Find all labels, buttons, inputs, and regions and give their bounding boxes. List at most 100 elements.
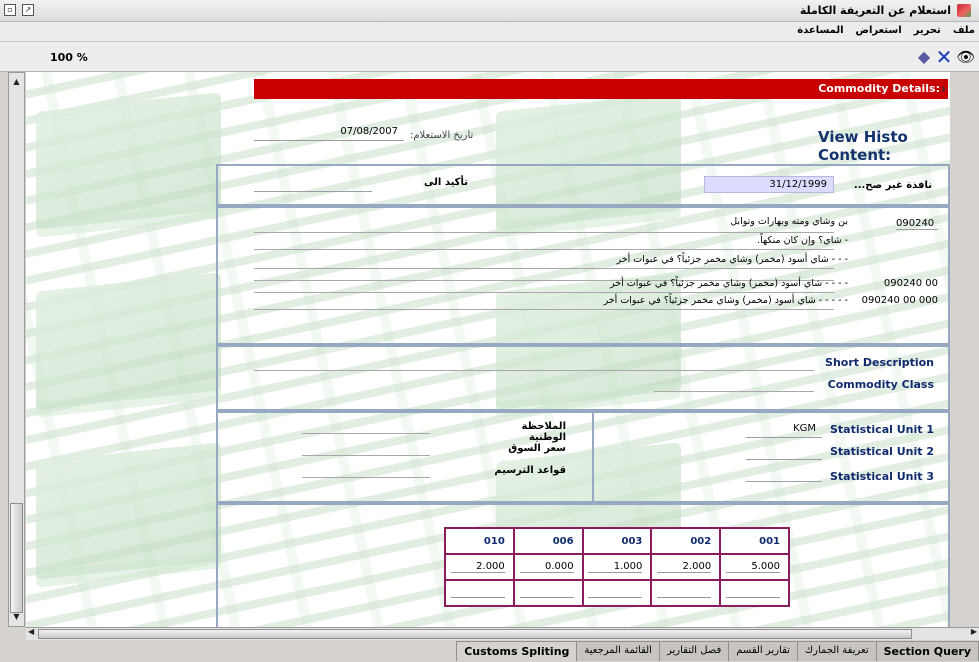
statistical-unit-2-label: Statistical Unit 2 — [829, 445, 934, 458]
horizontal-scroll-thumb[interactable] — [38, 629, 912, 639]
content-area: Commodity Details: › View Histo Content:… — [26, 72, 950, 627]
divider-line — [254, 292, 834, 293]
tariff-line: بن وشاي ومته وبهارات وتوابل — [730, 216, 848, 227]
divider-line — [254, 249, 834, 250]
duty-empty-cell[interactable] — [444, 579, 515, 607]
duty-header-cell: 010 — [444, 527, 515, 555]
scroll-up-icon[interactable]: ▲ — [10, 75, 23, 89]
confirm-to-label: تأكيد الى — [424, 177, 468, 188]
duty-empty-cell[interactable] — [581, 579, 653, 607]
invalid-window-label: نافذة غير صح... — [853, 180, 932, 191]
horizontal-scrollbar[interactable]: ◀ ▶ — [26, 627, 979, 640]
duty-header-cell: 006 — [512, 527, 584, 555]
tariff-line: - - - - - شاي أسود (مخمر) وشاي مخمر جزئي… — [603, 295, 848, 306]
short-description-label: Short Description — [825, 356, 934, 369]
background-book-image — [36, 92, 221, 222]
menu-bar: ملف تحرير استعراض المساعدة — [0, 22, 979, 42]
duty-value-cell[interactable]: 0.000 — [512, 553, 584, 581]
scroll-left-icon[interactable]: ◀ — [28, 627, 34, 636]
eraser-icon[interactable]: ◆ — [913, 47, 935, 67]
menu-help[interactable]: المساعدة — [797, 25, 843, 36]
table-row: 010 006 003 002 001 — [444, 527, 790, 555]
confirm-to-field[interactable] — [254, 175, 372, 192]
tariff-lines-section: 090240 بن وشاي ومته وبهارات وتوابل - شاي… — [216, 206, 950, 345]
query-date-field[interactable]: 07/08/2007 — [254, 123, 404, 141]
close-icon[interactable]: ✕ — [933, 47, 955, 67]
validity-section: نافذة غير صح... 31/12/1999 تأكيد الى — [216, 164, 950, 206]
divider-line — [254, 268, 834, 269]
description-section: Short Description Commodity Class — [216, 345, 950, 411]
chevron-right-icon[interactable]: › — [941, 82, 946, 97]
scroll-down-icon[interactable]: ▼ — [10, 610, 23, 624]
tab-section-reports[interactable]: تقارير القسم — [728, 641, 798, 661]
query-date-label: تاريخ الاستعلام: — [410, 130, 474, 141]
commodity-class-field[interactable] — [654, 391, 814, 392]
tariff-code: 090240 00 000 — [861, 295, 938, 306]
duty-value-cell[interactable]: 2.000 — [444, 553, 515, 581]
tariff-line: - شاي؟ وإن كان منكهاً. — [757, 235, 848, 246]
duty-header-cell: 003 — [581, 527, 653, 555]
duty-value-cell[interactable]: 5.000 — [719, 553, 790, 581]
commodity-class-label: Commodity Class — [827, 378, 934, 391]
units-section: Statistical Unit 1 KGM Statistical Unit … — [216, 411, 950, 505]
invalid-window-field[interactable]: 31/12/1999 — [704, 176, 834, 193]
duty-empty-cell[interactable] — [650, 579, 722, 607]
short-description-field[interactable] — [254, 370, 814, 371]
zoom-level: 100 % — [50, 51, 88, 64]
tab-section-query[interactable]: Section Query — [875, 641, 979, 661]
commodity-details-label: Commodity Details: — [818, 82, 940, 95]
national-note-label: الملاحظة الوطنية — [521, 421, 567, 443]
duty-value: 2.000 — [657, 561, 712, 573]
tab-chapter-reports[interactable]: فصل التقارير — [658, 641, 730, 661]
menu-file[interactable]: ملف — [953, 25, 975, 36]
duty-header-cell: 002 — [650, 527, 722, 555]
fee-rules-field[interactable] — [302, 477, 430, 478]
table-row: 2.000 0.000 1.000 2.000 5.000 — [444, 553, 790, 581]
market-price-label: سعر السوق — [508, 443, 566, 454]
window-title: استعلام عن التعريفة الكاملة — [799, 4, 951, 17]
tab-reference-list[interactable]: القائمة المرجعية — [576, 641, 660, 661]
eye-icon[interactable]: 👁 — [955, 47, 977, 67]
tariff-code: 090240 — [896, 218, 938, 230]
statistical-unit-1-label: Statistical Unit 1 — [829, 423, 934, 436]
scroll-right-icon[interactable]: ▶ — [971, 627, 977, 636]
statistical-unit-3-label: Statistical Unit 3 — [829, 470, 934, 483]
tab-customs-tariff[interactable]: تعريفة الجمارك — [796, 641, 877, 661]
divider-line — [254, 232, 834, 233]
statistical-unit-3-field[interactable] — [746, 465, 822, 482]
section-divider — [592, 413, 594, 505]
duty-value-cell[interactable]: 2.000 — [650, 553, 722, 581]
vertical-scrollbar[interactable]: ▲ ▼ — [8, 72, 25, 627]
table-row — [444, 579, 790, 607]
tab-customs-spliting[interactable]: Customs Spliting — [456, 641, 578, 661]
statistical-unit-2-field[interactable] — [746, 443, 822, 460]
tariff-code: 090240 00 — [883, 278, 938, 289]
app-icon — [957, 4, 971, 17]
tariff-line: - - - شاي أسود (مخمر) وشاي مخمر جزئياً؟ … — [616, 254, 848, 265]
vertical-scroll-thumb[interactable] — [10, 503, 23, 613]
duty-header-cell: 001 — [719, 527, 790, 555]
toolbar: 100 % ◆ ✕ 👁 — [0, 42, 979, 72]
title-bar: ▫ ↗ استعلام عن التعريفة الكاملة — [0, 0, 979, 22]
duty-value-cell[interactable]: 1.000 — [581, 553, 653, 581]
duty-rate-table: 010 006 003 002 001 2.000 0.000 1.000 2.… — [444, 527, 790, 607]
duty-value: 5.000 — [726, 561, 780, 573]
menu-edit[interactable]: تحرير — [914, 25, 941, 36]
background-book-image — [36, 442, 221, 572]
divider-line — [254, 309, 834, 310]
market-price-field[interactable] — [302, 455, 430, 456]
duty-value: 0.000 — [519, 561, 574, 573]
statistical-unit-1-field[interactable]: KGM — [746, 421, 822, 438]
commodity-details-header: Commodity Details: — [254, 79, 948, 99]
duty-empty-cell[interactable] — [512, 579, 584, 607]
bottom-tab-bar: Section Query تعريفة الجمارك تقارير القس… — [0, 640, 979, 662]
duty-value: 1.000 — [588, 561, 643, 573]
national-note-field[interactable] — [302, 433, 430, 434]
fee-rules-label: قواعد الترسيم — [494, 465, 566, 476]
duty-empty-cell[interactable] — [719, 579, 790, 607]
background-book-image — [36, 272, 221, 402]
restore-icon[interactable]: ▫ — [4, 4, 16, 16]
view-histo-title: View Histo Content: — [818, 128, 908, 164]
maximize-icon[interactable]: ↗ — [22, 4, 34, 16]
menu-view[interactable]: استعراض — [856, 25, 902, 36]
